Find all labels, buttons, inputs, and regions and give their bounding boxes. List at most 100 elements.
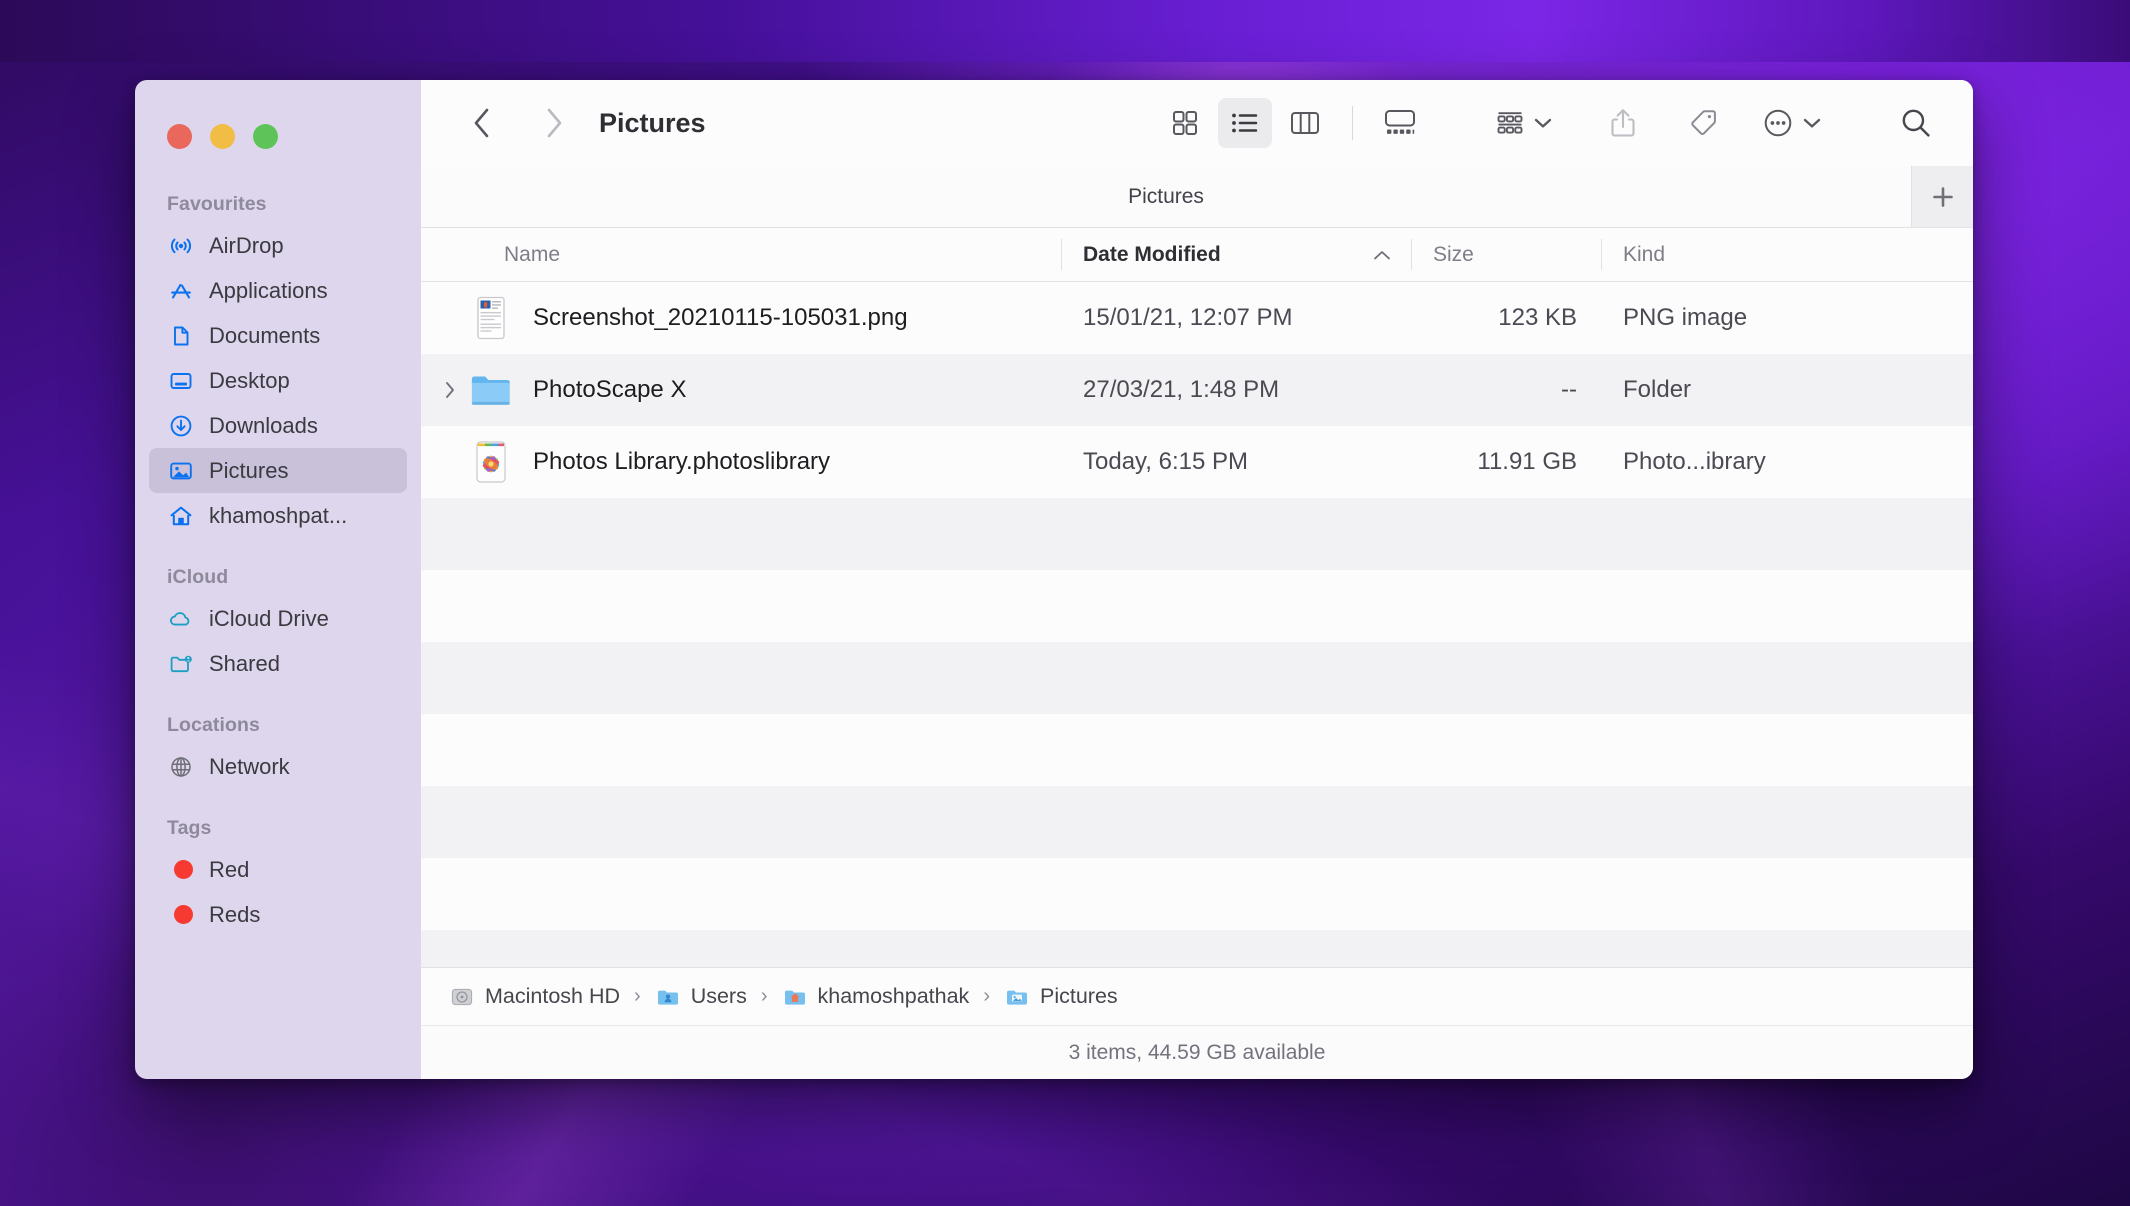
- breadcrumb-item-pictures[interactable]: Pictures: [1004, 984, 1118, 1010]
- empty-row: [421, 786, 1973, 858]
- sidebar-item-desktop[interactable]: Desktop: [149, 358, 407, 403]
- list-view-button[interactable]: [1218, 98, 1272, 148]
- sidebar-item-network[interactable]: Network: [149, 744, 407, 789]
- sidebar-item-label: AirDrop: [209, 232, 284, 258]
- sidebar-item-label: iCloud Drive: [209, 605, 329, 631]
- forward-button[interactable]: [531, 100, 577, 146]
- sidebar-item-airdrop[interactable]: AirDrop: [149, 223, 407, 268]
- column-label: Name: [504, 242, 561, 266]
- search-button[interactable]: [1889, 98, 1943, 148]
- sidebar-item-applications[interactable]: Applications: [149, 268, 407, 313]
- shared-folder-icon: [167, 650, 195, 678]
- breadcrumb: Macintosh HD › Users › khamoshpathak › P…: [421, 967, 1973, 1025]
- sidebar-section-tags: Tags: [167, 817, 212, 839]
- sidebar-item-label: Red: [209, 856, 250, 882]
- window-controls: [135, 80, 421, 149]
- sidebar-item-label: Pictures: [209, 457, 289, 483]
- column-header-name[interactable]: Name: [421, 228, 1061, 281]
- tab-bar: Pictures: [421, 166, 1973, 228]
- tab-pictures[interactable]: Pictures: [421, 166, 1911, 227]
- column-view-button[interactable]: [1278, 98, 1332, 148]
- breadcrumb-label: Macintosh HD: [485, 984, 621, 1008]
- tag-button[interactable]: [1676, 98, 1730, 148]
- photos-library-icon: [469, 440, 513, 484]
- sidebar-item-home[interactable]: khamoshpat...: [149, 493, 407, 538]
- share-button[interactable]: [1596, 98, 1650, 148]
- empty-row: [421, 714, 1973, 786]
- sidebar-section-favourites: Favourites: [167, 193, 267, 215]
- status-bar: 3 items, 44.59 GB available: [421, 1025, 1973, 1079]
- breadcrumb-item-khamoshpathak[interactable]: khamoshpathak: [782, 984, 970, 1010]
- row-kind-cell: PNG image: [1623, 304, 1748, 331]
- sidebar-item-label: Shared: [209, 650, 280, 676]
- column-header-kind[interactable]: Kind: [1601, 228, 1973, 281]
- breadcrumb-separator: ›: [983, 985, 990, 1007]
- sidebar-item-tag-reds[interactable]: Reds: [149, 892, 407, 937]
- sidebar-item-documents[interactable]: Documents: [149, 313, 407, 358]
- minimize-button[interactable]: [210, 124, 235, 149]
- disclosure-triangle[interactable]: [437, 380, 463, 400]
- close-button[interactable]: [167, 124, 192, 149]
- sidebar-item-label: Downloads: [209, 412, 318, 438]
- breadcrumb-label: Users: [690, 984, 747, 1008]
- tag-dot-icon: [167, 856, 195, 884]
- more-options-button[interactable]: [1756, 98, 1827, 148]
- new-tab-button[interactable]: [1911, 166, 1973, 227]
- sidebar-item-label: Applications: [209, 277, 328, 303]
- empty-row: [421, 498, 1973, 570]
- sidebar-item-downloads[interactable]: Downloads: [149, 403, 407, 448]
- table-row[interactable]: Photos Library.photoslibrary Today, 6:15…: [421, 426, 1973, 498]
- plus-icon: [1932, 186, 1953, 207]
- sidebar-item-tag-red[interactable]: Red: [149, 847, 407, 892]
- maximize-button[interactable]: [253, 124, 278, 149]
- sidebar-section-locations: Locations: [167, 714, 260, 736]
- downloads-icon: [167, 412, 195, 440]
- table-row[interactable]: Screenshot_20210115-105031.png 15/01/21,…: [421, 282, 1973, 354]
- column-header-date-modified[interactable]: Date Modified: [1061, 228, 1411, 281]
- group-by-button[interactable]: [1489, 98, 1558, 148]
- row-size-cell: 11.91 GB: [1477, 448, 1577, 475]
- sidebar-item-label: Documents: [209, 322, 321, 348]
- page-title: Pictures: [599, 107, 706, 138]
- breadcrumb-separator: ›: [760, 985, 768, 1007]
- cloud-icon: [167, 605, 195, 633]
- tab-label: Pictures: [1128, 184, 1204, 208]
- column-header-size[interactable]: Size: [1411, 228, 1601, 281]
- table-row[interactable]: PhotoScape X 27/03/21, 1:48 PM -- Folder: [421, 354, 1973, 426]
- row-size-cell: 123 KB: [1498, 304, 1577, 331]
- chevron-down-icon: [1803, 118, 1821, 128]
- row-kind-cell: Folder: [1623, 376, 1692, 403]
- icon-view-button[interactable]: [1158, 98, 1212, 148]
- column-headers: Name Date Modified Size Kind: [421, 228, 1973, 282]
- gallery-view-button[interactable]: [1373, 98, 1427, 148]
- pictures-folder-icon: [1004, 984, 1030, 1010]
- empty-row: [421, 858, 1973, 930]
- sidebar-item-label: Network: [209, 753, 290, 779]
- breadcrumb-label: khamoshpathak: [817, 984, 970, 1008]
- file-name: Photos Library.photoslibrary: [533, 448, 831, 475]
- sidebar-item-label: khamoshpat...: [209, 502, 348, 528]
- sidebar-item-pictures[interactable]: Pictures: [149, 448, 407, 493]
- row-size-cell: --: [1561, 376, 1577, 403]
- file-name: PhotoScape X: [533, 376, 687, 403]
- users-folder-icon: [655, 984, 681, 1010]
- globe-icon: [167, 753, 195, 781]
- sidebar-item-shared[interactable]: Shared: [149, 641, 407, 686]
- folder-icon: [469, 368, 513, 412]
- row-date-cell: 27/03/21, 1:48 PM: [1083, 376, 1280, 403]
- harddisk-icon: [449, 984, 475, 1010]
- sort-ascending-icon: [1374, 250, 1390, 259]
- row-name-cell: Photos Library.photoslibrary: [421, 440, 1061, 484]
- file-list[interactable]: Screenshot_20210115-105031.png 15/01/21,…: [421, 282, 1973, 967]
- column-label: Kind: [1623, 242, 1666, 266]
- row-name-cell: PhotoScape X: [421, 368, 1061, 412]
- sidebar-item-icloud-drive[interactable]: iCloud Drive: [149, 596, 407, 641]
- breadcrumb-item-users[interactable]: Users: [655, 984, 747, 1010]
- view-toggle-group: [1158, 98, 1427, 148]
- breadcrumb-item-macintosh-hd[interactable]: Macintosh HD: [449, 984, 620, 1010]
- back-button[interactable]: [459, 100, 505, 146]
- main-pane: Pictures Pictures Name Date Modified Siz…: [421, 80, 1973, 1079]
- sidebar-item-label: Desktop: [209, 367, 290, 393]
- row-date-cell: Today, 6:15 PM: [1083, 448, 1248, 475]
- home-icon: [167, 502, 195, 530]
